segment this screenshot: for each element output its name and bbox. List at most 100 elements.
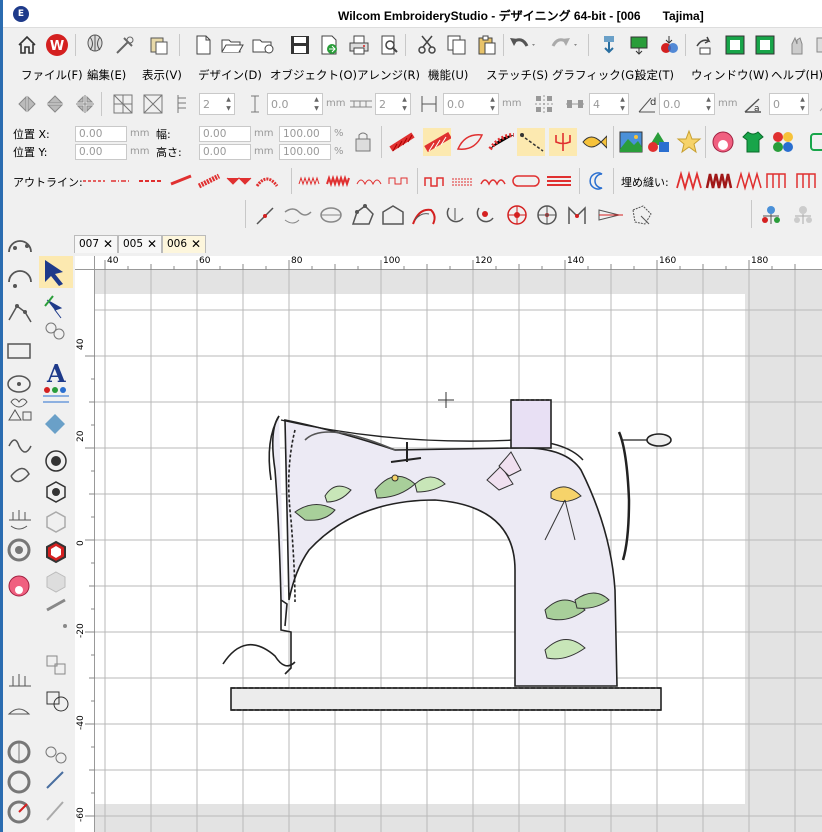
feather-stitch-icon[interactable] <box>487 128 515 156</box>
save-icon[interactable] <box>286 31 314 59</box>
menu-graphic[interactable]: グラフィック(G) <box>552 67 639 83</box>
menu-arrange[interactable]: アレンジ(R) <box>357 67 420 83</box>
fish-icon[interactable] <box>579 128 607 156</box>
array-spacing-1-input[interactable]: 0.0 ▲ ▼ <box>267 93 323 115</box>
width-percent-field[interactable]: 100.00 <box>279 126 331 142</box>
array-count-4-input[interactable]: 0 ▲ ▼ <box>769 93 809 115</box>
shapes-icon[interactable] <box>645 128 673 156</box>
cut-icon[interactable] <box>413 31 441 59</box>
array-spacing-icon[interactable] <box>241 90 269 118</box>
array-spacing-3-input[interactable]: 0.0 ▲ ▼ <box>659 93 715 115</box>
leaf-outline-icon[interactable] <box>455 128 483 156</box>
digitize-tool-icons[interactable] <box>3 236 39 832</box>
menu-settings[interactable]: 設定(T) <box>635 67 674 83</box>
angle-icon[interactable]: a <box>739 90 767 118</box>
array-spacing-2-input[interactable]: 0.0 ▲ ▼ <box>443 93 499 115</box>
green-outline-icon[interactable] <box>803 128 822 156</box>
array-square-icon[interactable] <box>139 90 167 118</box>
machine-send-icon[interactable] <box>595 31 623 59</box>
position-y-label: 位置 Y: <box>13 146 48 159</box>
close-icon[interactable]: ✕ <box>147 237 157 251</box>
applique-icon[interactable] <box>709 128 737 156</box>
lock-proportion-icon[interactable] <box>349 128 377 156</box>
reshape-tool-icons[interactable] <box>253 202 683 228</box>
design-canvas[interactable] <box>95 270 822 832</box>
hand-arrow-icon[interactable] <box>691 31 719 59</box>
array-row-icon[interactable] <box>347 90 375 118</box>
more-tools-icon[interactable] <box>811 90 822 118</box>
green-square-icon[interactable] <box>721 31 749 59</box>
green-square-2-icon[interactable] <box>751 31 779 59</box>
tools-icon[interactable] <box>111 31 139 59</box>
array-columns-icon[interactable] <box>415 90 443 118</box>
open-recent-icon[interactable] <box>249 31 277 59</box>
radial-count-icon[interactable] <box>561 90 589 118</box>
ruler-tick-label: 60 <box>199 256 211 266</box>
menu-stitch[interactable]: ステッチ(S) <box>486 67 548 83</box>
fill-stitch-icons[interactable] <box>673 170 822 192</box>
menu-design[interactable]: デザイン(D) <box>198 67 262 83</box>
balloon-icon[interactable] <box>81 31 109 59</box>
menu-file[interactable]: ファイル(F) <box>21 67 83 83</box>
export-icon[interactable] <box>315 31 343 59</box>
array-count-3-input[interactable]: 4 ▲ ▼ <box>589 93 629 115</box>
array-grid-icon[interactable] <box>109 90 137 118</box>
monitor-download-icon[interactable] <box>625 31 653 59</box>
paste-clipboard-icon[interactable] <box>473 31 501 59</box>
home-icon[interactable] <box>13 31 41 59</box>
color-blend-icon[interactable] <box>655 31 683 59</box>
array-count-1-input[interactable]: 2 ▲ ▼ <box>199 93 235 115</box>
close-icon[interactable]: ✕ <box>103 237 113 251</box>
mirror-horizontal-icon[interactable] <box>13 90 41 118</box>
picture-icon[interactable] <box>617 128 645 156</box>
height-percent-field[interactable]: 100.00 <box>279 144 331 160</box>
close-icon[interactable]: ✕ <box>191 237 201 251</box>
menu-object[interactable]: オブジェクト(O) <box>270 67 357 83</box>
tab-005[interactable]: 005 ✕ <box>118 235 162 253</box>
hand-gray-icon[interactable] <box>783 31 811 59</box>
mirror-both-icon[interactable] <box>71 90 99 118</box>
run-stitch-icon[interactable] <box>517 128 545 156</box>
select-tool-icons[interactable]: A <box>39 236 73 832</box>
position-x-field[interactable]: 0.00 <box>75 126 127 142</box>
print-preview-icon[interactable] <box>375 31 403 59</box>
special-stitch-icons[interactable] <box>421 170 581 192</box>
menu-function[interactable]: 機能(U) <box>428 67 468 83</box>
position-y-field[interactable]: 0.00 <box>75 144 127 160</box>
tshirt-icon[interactable] <box>739 128 767 156</box>
radial-array-icon[interactable] <box>530 90 558 118</box>
tatami-stitch-icon[interactable] <box>423 128 451 156</box>
tab-007[interactable]: 007 ✕ <box>74 235 118 253</box>
menu-help[interactable]: ヘルプ(H) <box>771 67 822 83</box>
paste-icon[interactable] <box>145 31 173 59</box>
rotate-angle-icon[interactable]: d <box>633 90 661 118</box>
tab-006[interactable]: 006 ✕ <box>162 235 206 253</box>
crescent-icon[interactable] <box>583 167 611 195</box>
satin-stitch-icon[interactable] <box>387 128 415 156</box>
outline-stitch-icons[interactable] <box>79 170 289 192</box>
star-flower-icon[interactable] <box>675 128 703 156</box>
outline-motif-icons[interactable] <box>295 170 415 192</box>
height-field[interactable]: 0.00 <box>199 144 251 160</box>
undo-icon[interactable] <box>508 31 536 59</box>
ruler-tick-label: 40 <box>107 256 119 266</box>
width-field[interactable]: 0.00 <box>199 126 251 142</box>
mirror-vertical-icon[interactable] <box>41 90 69 118</box>
standard-toolbar: W <box>3 28 822 62</box>
open-folder-icon[interactable] <box>218 31 246 59</box>
array-count-2-input[interactable]: 2 ▲ ▼ <box>375 93 411 115</box>
arrange-tool-icons[interactable] <box>759 202 822 228</box>
menu-edit[interactable]: 編集(E) <box>87 67 126 83</box>
print-icon[interactable] <box>345 31 373 59</box>
new-file-icon[interactable] <box>189 31 217 59</box>
trident-icon[interactable] <box>549 128 577 156</box>
redo-icon[interactable] <box>550 31 578 59</box>
color-circles-icon[interactable] <box>769 128 797 156</box>
menu-view[interactable]: 表示(V) <box>142 67 182 83</box>
unit-label: mm <box>718 98 738 109</box>
more-icon[interactable] <box>809 31 822 59</box>
wilcom-logo-icon[interactable]: W <box>43 31 71 59</box>
copy-icon[interactable] <box>443 31 471 59</box>
array-steps-icon[interactable] <box>169 90 197 118</box>
menu-window[interactable]: ウィンドウ(W) <box>691 67 769 83</box>
